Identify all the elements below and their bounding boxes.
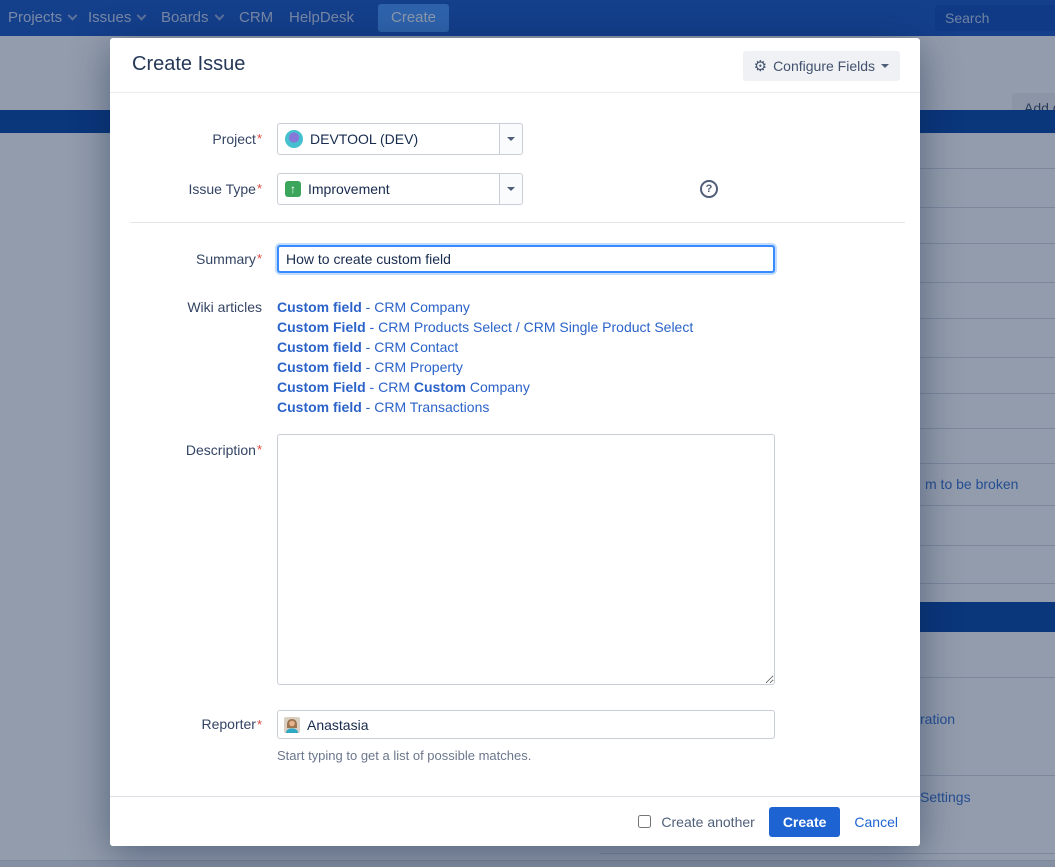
caret-down-icon: [507, 137, 515, 141]
screen: Projects Issues Boards CRM HelpDesk Crea…: [0, 0, 1055, 867]
issue-type-select-dropdown-button[interactable]: [499, 174, 522, 204]
reporter-value: Anastasia: [307, 717, 368, 733]
wiki-article-link[interactable]: Custom field - CRM Property: [277, 357, 693, 377]
required-indicator: *: [257, 251, 262, 266]
wiki-article-link[interactable]: Custom field - CRM Company: [277, 297, 693, 317]
summary-row: Summary*: [110, 245, 920, 273]
issue-type-label: Issue Type*: [110, 173, 262, 205]
dialog-header: Create Issue ⚙ Configure Fields: [110, 38, 920, 93]
issue-type-row: Issue Type* Improvement: [110, 173, 920, 205]
caret-down-icon: [881, 64, 889, 68]
description-label: Description*: [110, 442, 262, 458]
required-indicator: *: [257, 717, 262, 732]
issue-type-select-value: Improvement: [308, 181, 390, 197]
wiki-articles-list: Custom field - CRM Company Custom Field …: [277, 297, 693, 417]
configure-fields-label: Configure Fields: [773, 58, 875, 74]
configure-fields-button[interactable]: ⚙ Configure Fields: [743, 51, 900, 81]
project-select[interactable]: DEVTOOL (DEV): [277, 123, 523, 155]
reporter-field[interactable]: Anastasia: [277, 710, 775, 739]
reporter-row: Reporter* Anastasia: [110, 710, 920, 739]
section-divider: [130, 222, 905, 223]
required-indicator: *: [257, 181, 262, 196]
improvement-type-icon: [285, 181, 301, 197]
create-another-checkbox[interactable]: [638, 815, 651, 828]
create-issue-dialog: Create Issue ⚙ Configure Fields Project*…: [110, 38, 920, 846]
user-avatar: [284, 717, 300, 733]
project-select-value-wrap: DEVTOOL (DEV): [278, 130, 501, 148]
gear-icon: ⚙: [754, 59, 767, 74]
required-indicator: *: [257, 442, 262, 457]
project-select-value: DEVTOOL (DEV): [310, 131, 418, 147]
reporter-help-text: Start typing to get a list of possible m…: [277, 748, 531, 763]
reporter-label: Reporter*: [110, 710, 262, 739]
create-another-label[interactable]: Create another: [661, 814, 754, 830]
project-avatar-icon: [285, 130, 303, 148]
wiki-articles-label: Wiki articles: [110, 297, 262, 317]
project-select-dropdown-button[interactable]: [499, 124, 522, 154]
description-textarea[interactable]: [277, 434, 775, 685]
dialog-title: Create Issue: [132, 53, 245, 76]
wiki-article-link[interactable]: Custom field - CRM Transactions: [277, 397, 693, 417]
issue-type-select-value-wrap: Improvement: [278, 181, 501, 197]
wiki-article-link[interactable]: Custom Field - CRM Custom Company: [277, 377, 693, 397]
wiki-article-link[interactable]: Custom field - CRM Contact: [277, 337, 693, 357]
create-button[interactable]: Create: [769, 807, 841, 837]
summary-label: Summary*: [110, 245, 262, 273]
caret-down-icon: [507, 187, 515, 191]
project-label: Project*: [110, 123, 262, 155]
help-icon[interactable]: [700, 180, 718, 198]
dialog-footer: Create another Create Cancel: [110, 796, 920, 846]
wiki-article-link[interactable]: Custom Field - CRM Products Select / CRM…: [277, 317, 693, 337]
project-row: Project* DEVTOOL (DEV): [110, 123, 920, 155]
cancel-link[interactable]: Cancel: [854, 814, 898, 830]
issue-type-select[interactable]: Improvement: [277, 173, 523, 205]
summary-input[interactable]: [277, 245, 775, 273]
required-indicator: *: [257, 131, 262, 146]
